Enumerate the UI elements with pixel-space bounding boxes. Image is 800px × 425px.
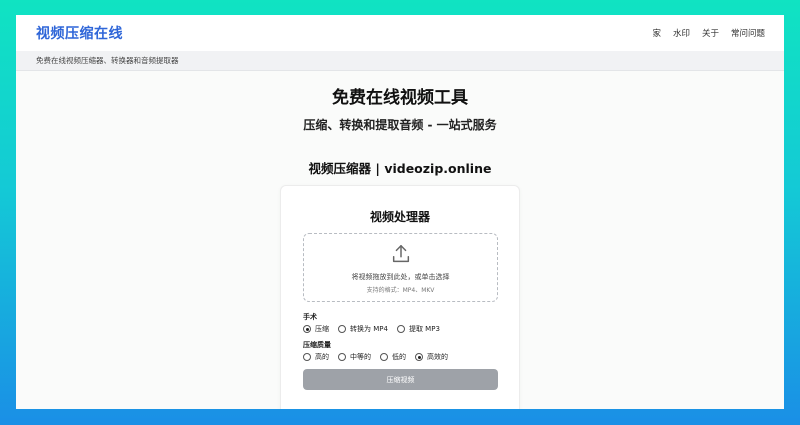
processor-title: 视频处理器 <box>369 210 430 224</box>
page-subtitle: 压缩、转换和提取音频 - 一站式服务 <box>303 118 497 132</box>
operation-extract-mp3[interactable]: 提取 MP3 <box>396 324 440 334</box>
page-title: 免费在线视频工具 <box>332 88 468 108</box>
browser-page: 视频压缩在线 家 水印 关于 常问问题 免费在线视频压缩器、转换器和音频提取器 … <box>16 15 784 409</box>
operation-compress[interactable]: 压缩 <box>303 324 329 334</box>
radio-compress[interactable] <box>303 325 311 333</box>
nav-about[interactable]: 关于 <box>702 27 719 39</box>
quality-radio-group: 高的 中等的 低的 高效的 <box>303 352 457 362</box>
nav-faq[interactable]: 常问问题 <box>731 27 765 39</box>
radio-quality-efficient[interactable] <box>415 353 423 361</box>
nav-watermark[interactable]: 水印 <box>673 27 690 39</box>
quality-efficient[interactable]: 高效的 <box>415 352 448 362</box>
video-processor-card: 视频处理器 将视频拖放到此处，或单击选择 支持的格式：MP4、MKV 手术 压缩 <box>280 185 520 409</box>
top-navbar: 视频压缩在线 家 水印 关于 常问问题 <box>16 15 784 51</box>
radio-extract-mp3[interactable] <box>396 325 405 333</box>
site-logo[interactable]: 视频压缩在线 <box>36 23 123 43</box>
operation-convert-mp4[interactable]: 转换为 MP4 <box>338 324 388 334</box>
tagline-text: 免费在线视频压缩器、转换器和音频提取器 <box>36 56 179 65</box>
operation-radio-group: 压缩 转换为 MP4 提取 MP3 <box>303 324 449 334</box>
quality-medium[interactable]: 中等的 <box>338 352 371 362</box>
quality-low[interactable]: 低的 <box>380 352 406 362</box>
radio-quality-low[interactable] <box>380 353 388 361</box>
supported-formats: 支持的格式：MP4、MKV <box>366 287 435 294</box>
upload-icon <box>392 245 410 263</box>
quality-high[interactable]: 高的 <box>303 352 329 362</box>
video-dropzone[interactable]: 将视频拖放到此处，或单击选择 支持的格式：MP4、MKV <box>303 233 498 302</box>
radio-quality-medium[interactable] <box>338 353 346 361</box>
tool-heading: 视频压缩器 | videozip.online <box>308 161 492 176</box>
main-content: 免费在线视频工具 压缩、转换和提取音频 - 一站式服务 视频压缩器 | vide… <box>16 71 784 409</box>
main-nav: 家 水印 关于 常问问题 <box>652 27 765 39</box>
operation-label: 手术 <box>303 313 317 321</box>
nav-home[interactable]: 家 <box>652 27 661 39</box>
tagline-bar: 免费在线视频压缩器、转换器和音频提取器 <box>16 51 784 71</box>
radio-convert-mp4[interactable] <box>338 325 346 333</box>
radio-quality-high[interactable] <box>303 353 311 361</box>
quality-label: 压缩质量 <box>303 341 331 349</box>
dropzone-instructions: 将视频拖放到此处，或单击选择 <box>351 273 450 281</box>
compress-video-button[interactable]: 压缩视频 <box>303 369 498 390</box>
